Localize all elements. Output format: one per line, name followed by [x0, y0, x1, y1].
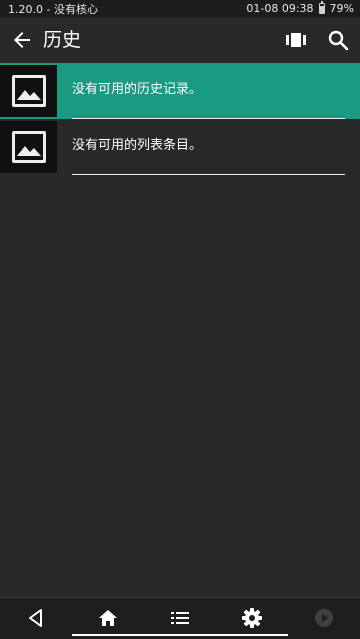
play-circle-icon	[315, 609, 333, 627]
page-title: 历史	[43, 29, 82, 51]
arrow-left-icon	[14, 32, 30, 48]
status-datetime: 01-08 09:38	[246, 2, 314, 15]
thumbnail	[0, 65, 57, 117]
list-icon	[171, 612, 189, 624]
list-item-history[interactable]: 没有可用的历史记录。	[0, 63, 360, 119]
search-button[interactable]	[326, 28, 350, 52]
battery-level-fill	[319, 5, 324, 13]
app-bar: 历史	[0, 17, 360, 63]
view-toggle-button[interactable]	[284, 28, 308, 52]
triangle-back-icon	[29, 609, 42, 627]
status-app-info: 1.20.0 - 没有核心	[8, 2, 98, 16]
nav-list-button[interactable]	[169, 607, 191, 629]
status-right: 01-08 09:38 79%	[246, 1, 354, 15]
status-bar: 1.20.0 - 没有核心 01-08 09:38 79%	[0, 0, 360, 17]
bottom-nav-bar	[0, 597, 360, 639]
nav-back-button[interactable]	[25, 607, 47, 629]
nav-indicator	[72, 634, 288, 636]
search-icon	[328, 30, 349, 51]
nav-home-button[interactable]	[97, 607, 119, 629]
thumbnail	[0, 121, 57, 173]
divider	[72, 174, 345, 175]
back-button[interactable]	[10, 28, 34, 52]
image-placeholder-icon	[11, 75, 46, 107]
battery-percent: 79%	[329, 2, 354, 15]
gear-icon	[242, 608, 262, 628]
list-item-label: 没有可用的列表条目。	[72, 138, 203, 153]
image-placeholder-icon	[11, 131, 46, 163]
list-item-label: 没有可用的历史记录。	[72, 82, 203, 97]
nav-resume-button[interactable]	[313, 607, 335, 629]
view-carousel-icon	[286, 33, 306, 47]
history-list: 没有可用的历史记录。 没有可用的列表条目。	[0, 63, 360, 175]
nav-settings-button[interactable]	[241, 607, 263, 629]
list-item-playlist[interactable]: 没有可用的列表条目。	[0, 119, 360, 175]
battery-icon	[318, 1, 325, 14]
home-icon	[99, 610, 117, 626]
